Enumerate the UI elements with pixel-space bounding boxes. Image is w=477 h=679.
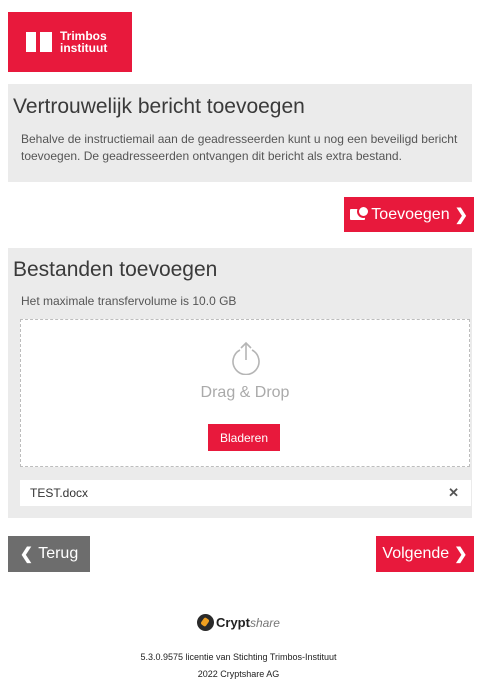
- upload-icon: [232, 341, 260, 375]
- chevron-right-icon: ❯: [454, 206, 468, 224]
- envelope-icon: [350, 205, 371, 220]
- add-message-button[interactable]: Toevoegen ❯: [344, 197, 474, 232]
- back-button[interactable]: ❮ Terug: [8, 536, 90, 572]
- chevron-right-icon: ❯: [454, 546, 468, 563]
- logo-mark-icon: [26, 32, 52, 52]
- version-text: 5.3.0.9575 licentie van Stichting Trimbo…: [140, 652, 337, 662]
- max-volume-text: Het maximale transfervolume is 10.0 GB: [21, 294, 237, 308]
- cryptshare-logo: Crypt share: [0, 614, 477, 631]
- logo-text: Trimbos instituut: [60, 30, 107, 54]
- file-dropzone[interactable]: Drag & Drop Bladeren: [20, 319, 470, 467]
- next-button[interactable]: Volgende ❯: [376, 536, 474, 572]
- cryptshare-icon: [197, 614, 214, 631]
- next-label: Volgende: [382, 545, 450, 562]
- message-section-description: Behalve de instructiemail aan de geadres…: [21, 132, 458, 163]
- logo-line-2: instituut: [60, 41, 108, 55]
- remove-file-icon[interactable]: ✕: [448, 485, 471, 501]
- message-section-title: Vertrouwelijk bericht toevoegen: [13, 95, 305, 118]
- files-section-title: Bestanden toevoegen: [13, 258, 218, 281]
- add-message-label: Toevoegen: [371, 205, 450, 223]
- browse-button[interactable]: Bladeren: [208, 424, 280, 451]
- file-list-item: TEST.docx ✕: [20, 480, 471, 506]
- chevron-left-icon: ❮: [19, 546, 34, 563]
- back-label: Terug: [38, 545, 79, 562]
- trimbos-logo: Trimbos instituut: [8, 12, 132, 72]
- brand-italic: share: [249, 615, 280, 630]
- drag-drop-text: Drag & Drop: [200, 384, 290, 401]
- message-section: Vertrouwelijk bericht toevoegen Behalve …: [8, 84, 472, 182]
- files-section: Bestanden toevoegen Het maximale transfe…: [8, 248, 472, 518]
- file-name: TEST.docx: [30, 486, 89, 500]
- copyright-text: 2022 Cryptshare AG: [197, 669, 280, 679]
- brand-bold: Crypt: [216, 615, 250, 630]
